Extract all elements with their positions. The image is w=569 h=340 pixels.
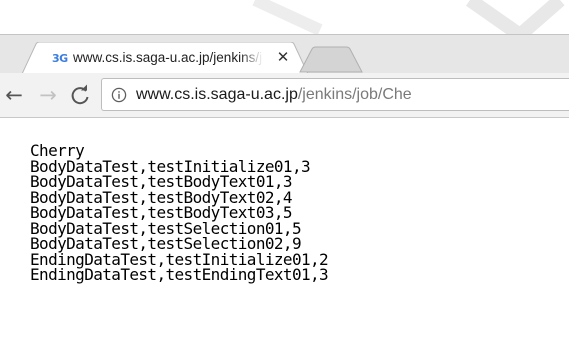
- back-button[interactable]: ←: [2, 83, 26, 107]
- forward-button[interactable]: →: [36, 83, 60, 107]
- address-bar[interactable]: www.cs.is.saga-u.ac.jp/jenkins/job/Che: [101, 78, 569, 111]
- site-favicon-icon: 3G: [52, 52, 68, 65]
- browser-window: 3G www.cs.is.saga-u.ac.jp/jenkins/job/Ch…: [0, 0, 569, 340]
- url-host: www.cs.is.saga-u.ac.jp: [136, 86, 298, 103]
- url-text[interactable]: www.cs.is.saga-u.ac.jp/jenkins/job/Che: [136, 85, 412, 105]
- new-tab-icon[interactable]: [296, 45, 366, 73]
- page-content: Cherry BodyDataTest,testInitialize01,3 B…: [0, 118, 569, 340]
- browser-tab[interactable]: 3G www.cs.is.saga-u.ac.jp/jenkins/job/Ch…: [22, 42, 310, 74]
- reload-button[interactable]: [68, 83, 92, 107]
- reload-icon: [71, 84, 89, 105]
- tab-title: www.cs.is.saga-u.ac.jp/jenkins/job/Cherr…: [73, 50, 263, 65]
- plain-text-body: Cherry BodyDataTest,testInitialize01,3 B…: [30, 143, 329, 284]
- text-line: EndingDataTest,testEndingText01,3: [30, 265, 329, 284]
- close-icon[interactable]: ✕: [275, 48, 291, 66]
- info-icon[interactable]: [111, 87, 127, 103]
- browser-toolbar: ← → www.cs.is.saga-u.ac.jp/jenkins/job/C…: [0, 73, 569, 118]
- url-path: /jenkins/job/Che: [297, 86, 412, 103]
